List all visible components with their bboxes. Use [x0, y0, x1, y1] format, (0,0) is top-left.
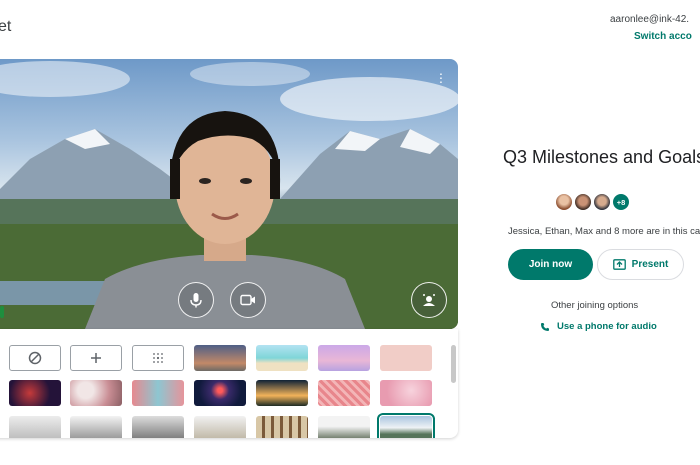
no-effect-icon [28, 351, 42, 365]
background-thumbnail-fireworks[interactable] [194, 380, 246, 406]
camera-button[interactable] [230, 282, 266, 318]
background-option-blur[interactable] [132, 345, 184, 371]
background-panel-scrollbar[interactable] [451, 345, 456, 383]
background-thumbnail-office[interactable] [70, 416, 122, 438]
background-thumbnail-galaxy[interactable] [9, 380, 61, 406]
meeting-title: Q3 Milestones and Goals [503, 147, 700, 167]
background-thumbnail-bookshelf[interactable] [256, 416, 308, 438]
join-now-button[interactable]: Join now [508, 249, 593, 280]
background-thumbnail-lounge[interactable] [194, 416, 246, 438]
switch-account-link[interactable]: Switch acco [610, 31, 700, 42]
visual-effects-button[interactable] [411, 282, 447, 318]
background-option-none[interactable] [9, 345, 61, 371]
app-logo: et [0, 18, 12, 35]
background-option-add[interactable] [70, 345, 122, 371]
background-thumbnail-mountains[interactable] [377, 413, 435, 438]
camera-icon [240, 294, 255, 306]
audio-level-indicator [0, 306, 4, 318]
account-info: aaronlee@ink-42. Switch acco [610, 14, 700, 42]
background-thumbnail-dusk[interactable] [194, 345, 246, 371]
use-phone-label: Use a phone for audio [557, 321, 657, 332]
microphone-button[interactable] [178, 282, 214, 318]
visual-effects-icon [423, 294, 435, 306]
more-options-icon[interactable]: · · · [438, 66, 444, 88]
background-thumbnail-blush[interactable] [380, 345, 432, 371]
account-email: aaronlee@ink-42. [610, 14, 690, 25]
background-thumbnail-loft[interactable] [9, 416, 61, 438]
microphone-icon [190, 293, 202, 308]
background-thumbnail-blossoms[interactable] [132, 380, 184, 406]
background-thumbnail-sakura[interactable] [380, 380, 432, 406]
background-thumbnail-pattern[interactable] [318, 380, 370, 406]
use-phone-link[interactable]: Use a phone for audio [540, 321, 657, 332]
video-preview: · · · [0, 59, 458, 329]
background-panel [0, 329, 458, 438]
call-status: Jessica, Ethan, Max and 8 more are in th… [508, 226, 700, 237]
background-thumbnail-night-house[interactable] [256, 380, 308, 406]
participant-avatars: +8 [556, 194, 629, 210]
avatar [556, 194, 572, 210]
other-joining-options: Other joining options [551, 300, 639, 311]
present-icon [612, 259, 626, 270]
preview-scene [0, 61, 458, 329]
present-label: Present [631, 259, 669, 270]
blur-icon [153, 353, 163, 363]
background-thumbnail-flowers[interactable] [70, 380, 122, 406]
avatar [594, 194, 610, 210]
background-thumbnail-village[interactable] [318, 416, 370, 438]
background-thumbnail-pink-clouds[interactable] [318, 345, 370, 371]
background-thumbnail-studio[interactable] [132, 416, 184, 438]
phone-icon [541, 322, 549, 331]
background-thumbnail-beach[interactable] [256, 345, 308, 371]
avatar [575, 194, 591, 210]
add-icon [91, 353, 101, 363]
avatar-more-count: +8 [613, 194, 629, 210]
present-button[interactable]: Present [597, 249, 684, 280]
